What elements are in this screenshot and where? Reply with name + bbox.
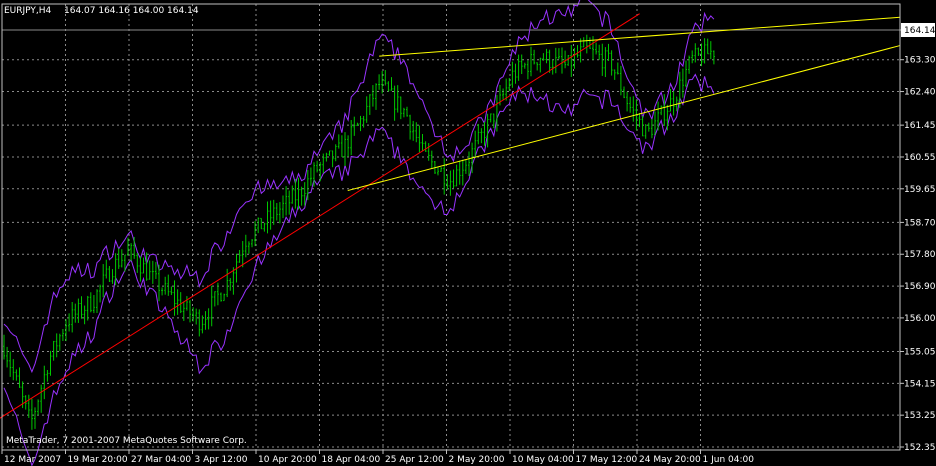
x-tick-label: 27 Mar 04:00 — [131, 455, 191, 465]
y-tick-label: 156.90 — [904, 282, 936, 292]
copyright-text: MetaTrader, 7 2001-2007 MetaQuotes Softw… — [6, 436, 247, 446]
price-chart[interactable]: 164.14 163.30 162.40 161.45 160.55 159.65 158.… — [0, 0, 936, 466]
x-tick-label: 25 Apr 12:00 — [385, 455, 444, 465]
x-tick-label: 17 May 12:00 — [576, 455, 638, 465]
x-tick-label: 10 Apr 20:00 — [258, 455, 317, 465]
x-tick-label: 1 Jun 04:00 — [703, 455, 755, 465]
x-tick-label: 24 May 20:00 — [639, 455, 701, 465]
y-tick-label: 159.65 — [904, 185, 936, 195]
trendlines — [0, 13, 901, 419]
symbol-label: EURJPY,H4 — [4, 6, 52, 16]
y-tick-label: 152.35 — [904, 443, 936, 453]
chart-grid — [2, 4, 900, 450]
x-tick-label: 2 May 20:00 — [449, 455, 505, 465]
y-tick-label: 162.40 — [904, 88, 936, 98]
y-tick-label: 154.15 — [904, 379, 936, 389]
price-candles — [3, 34, 715, 430]
upper-band — [3, 0, 715, 374]
y-tick-label: 158.70 — [904, 218, 936, 228]
trendline-yellow — [379, 16, 901, 57]
y-tick-label: 156.00 — [904, 314, 936, 324]
x-tick-label: 19 Mar 20:00 — [68, 455, 128, 465]
price-axis[interactable]: 164.14 163.30 162.40 161.45 160.55 159.65 158.… — [900, 23, 936, 453]
y-tick-label: 164.14 — [904, 26, 936, 36]
plot-frame — [1, 3, 901, 451]
lower-band — [3, 73, 715, 466]
y-tick-label: 157.80 — [904, 250, 936, 260]
y-tick-label: 155.05 — [904, 348, 936, 358]
x-tick-label: 12 Mar 2007 — [4, 455, 61, 465]
ohlc-readout: 164.07 164.16 164.00 164.14 — [64, 6, 199, 16]
trendline-yellow — [347, 45, 901, 192]
envelope-bands — [3, 0, 715, 466]
x-tick-label: 10 May 04:00 — [512, 455, 574, 465]
time-axis[interactable]: 12 Mar 2007 19 Mar 20:00 27 Mar 04:00 3 Apr… — [1, 450, 755, 465]
x-tick-label: 18 Apr 04:00 — [322, 455, 381, 465]
chart-frame — [1, 3, 901, 451]
y-tick-label: 163.30 — [904, 56, 936, 66]
y-tick-label: 160.55 — [904, 153, 936, 163]
y-tick-label: 161.45 — [904, 121, 936, 131]
y-tick-label: 153.25 — [904, 411, 936, 421]
x-tick-label: 3 Apr 12:00 — [195, 455, 248, 465]
